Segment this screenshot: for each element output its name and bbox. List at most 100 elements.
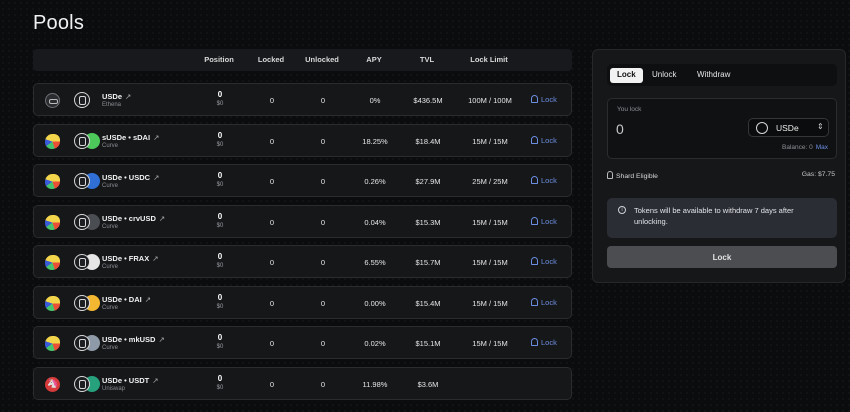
- locked-value: 0: [269, 177, 275, 186]
- page-title: Pools: [33, 12, 85, 34]
- row-lock-button[interactable]: Lock: [531, 136, 557, 145]
- position-usd: $0: [216, 344, 224, 350]
- info-notice: i Tokens will be available to withdraw 7…: [607, 198, 837, 238]
- locked-value: 0: [269, 339, 275, 348]
- unlocked-value: 0: [320, 137, 326, 146]
- pool-row: USDe • DAI ↗ Curve 0 $0 0 0 0.00% $15.4M …: [33, 286, 572, 319]
- pool-name-link[interactable]: USDe • USDC ↗: [102, 173, 159, 182]
- curve-icon: [45, 296, 60, 311]
- usde-token-icon: [74, 254, 90, 270]
- locked-value: 0: [269, 380, 275, 389]
- position-value: 0: [217, 374, 223, 383]
- tvl-value: $15.4M: [415, 299, 441, 308]
- pool-name-link[interactable]: sUSDe • sDAI ↗: [102, 133, 159, 142]
- shard-eligible: Shard Eligible: [607, 171, 658, 180]
- lock-panel: Lock Unlock Withdraw You lock USDe ⇕ Bal…: [592, 49, 846, 283]
- token-select[interactable]: USDe ⇕: [748, 118, 829, 137]
- col-position: Position: [204, 55, 234, 64]
- tab-lock[interactable]: Lock: [610, 68, 643, 83]
- usde-token-icon: [74, 214, 90, 230]
- row-lock-button[interactable]: Lock: [531, 298, 557, 307]
- row-lock-label: Lock: [541, 95, 557, 104]
- lock-icon: [531, 217, 538, 225]
- curve-icon: [45, 336, 60, 351]
- lock-limit-value: 15M / 15M: [472, 299, 508, 308]
- tab-unlock[interactable]: Unlock: [645, 68, 683, 83]
- usde-token-icon: [74, 335, 90, 351]
- unlocked-value: 0: [320, 177, 326, 186]
- external-link-icon: ↗: [144, 295, 152, 304]
- pool-name: sUSDe • sDAI: [102, 133, 151, 142]
- locked-value: 0: [269, 258, 275, 267]
- apy-value: 0.02%: [364, 339, 386, 348]
- unlocked-value: 0: [320, 96, 326, 105]
- col-locked: Locked: [257, 55, 285, 64]
- pool-name: USDe • FRAX: [102, 254, 150, 263]
- external-link-icon: ↗: [152, 254, 159, 263]
- protocol-name: Curve: [102, 345, 119, 351]
- unlocked-value: 0: [320, 339, 326, 348]
- max-button[interactable]: Max: [816, 144, 828, 151]
- protocol-name: Curve: [102, 224, 119, 230]
- tvl-value: $15.3M: [415, 218, 441, 227]
- usde-token-icon: [74, 295, 90, 311]
- pool-name-link[interactable]: USDe • DAI ↗: [102, 295, 151, 304]
- row-lock-label: Lock: [541, 298, 557, 307]
- row-lock-button[interactable]: Lock: [531, 338, 557, 347]
- pool-name-link[interactable]: USDe • USDT ↗: [102, 376, 159, 385]
- row-lock-label: Lock: [541, 217, 557, 226]
- lock-limit-value: 25M / 25M: [472, 177, 508, 186]
- lock-submit-button[interactable]: Lock: [607, 246, 837, 268]
- external-link-icon: ↗: [158, 214, 166, 223]
- apy-value: 18.25%: [362, 137, 388, 146]
- curve-icon: [45, 215, 60, 230]
- row-lock-button[interactable]: Lock: [531, 217, 557, 226]
- col-apy: APY: [366, 55, 382, 64]
- row-lock-button[interactable]: Lock: [531, 95, 557, 104]
- pool-name: USDe • USDT: [102, 376, 150, 385]
- protocol-name: Ethena: [102, 102, 122, 108]
- you-lock-label: You lock: [617, 106, 642, 113]
- curve-icon: [45, 255, 60, 270]
- position-usd: $0: [216, 142, 224, 148]
- pool-name-link[interactable]: USDe ↗: [102, 92, 131, 101]
- row-lock-button[interactable]: Lock: [531, 176, 557, 185]
- ethena-icon: [45, 93, 60, 108]
- tab-withdraw[interactable]: Withdraw: [690, 68, 737, 83]
- pool-row: USDe ↗ Ethena 0 $0 0 0 0% $436.5M 100M / …: [33, 83, 572, 116]
- position-usd: $0: [216, 223, 224, 229]
- gas-fee: Gas: $7.75: [801, 171, 835, 178]
- lock-limit-value: 15M / 15M: [472, 258, 508, 267]
- locked-value: 0: [269, 218, 275, 227]
- lock-input-box: You lock USDe ⇕ Balance: 0Max: [607, 98, 837, 159]
- position-value: 0: [217, 171, 223, 180]
- pool-name: USDe • DAI: [102, 295, 142, 304]
- protocol-name: Uniswap: [102, 386, 126, 392]
- pool-name-link[interactable]: USDe • crvUSD ↗: [102, 214, 165, 223]
- position-value: 0: [217, 90, 223, 99]
- usde-token-icon: [74, 173, 90, 189]
- lock-limit-value: 15M / 15M: [472, 137, 508, 146]
- lock-icon: [531, 136, 538, 144]
- position-usd: $0: [216, 304, 224, 310]
- pool-name-link[interactable]: USDe • mkUSD ↗: [102, 335, 165, 344]
- apy-value: 0.00%: [364, 299, 386, 308]
- usde-token-icon: [74, 133, 90, 149]
- pool-name-link[interactable]: USDe • FRAX ↗: [102, 254, 159, 263]
- position-usd: $0: [216, 101, 224, 107]
- pool-row: USDe • mkUSD ↗ Curve 0 $0 0 0 0.02% $15.1…: [33, 326, 572, 359]
- shard-icon: [607, 171, 613, 179]
- protocol-name: Curve: [102, 305, 119, 311]
- locked-value: 0: [269, 137, 275, 146]
- balance: Balance: 0 Max: [782, 144, 828, 151]
- pool-name: USDe: [102, 92, 123, 101]
- tvl-value: $18.4M: [415, 137, 441, 146]
- tvl-value: $15.7M: [415, 258, 441, 267]
- amount-input[interactable]: [616, 120, 736, 138]
- lock-icon: [531, 257, 538, 265]
- external-link-icon: ↗: [158, 335, 165, 344]
- tvl-value: $15.1M: [415, 339, 441, 348]
- unlocked-value: 0: [320, 380, 326, 389]
- position-value: 0: [217, 252, 223, 261]
- row-lock-button[interactable]: Lock: [531, 257, 557, 266]
